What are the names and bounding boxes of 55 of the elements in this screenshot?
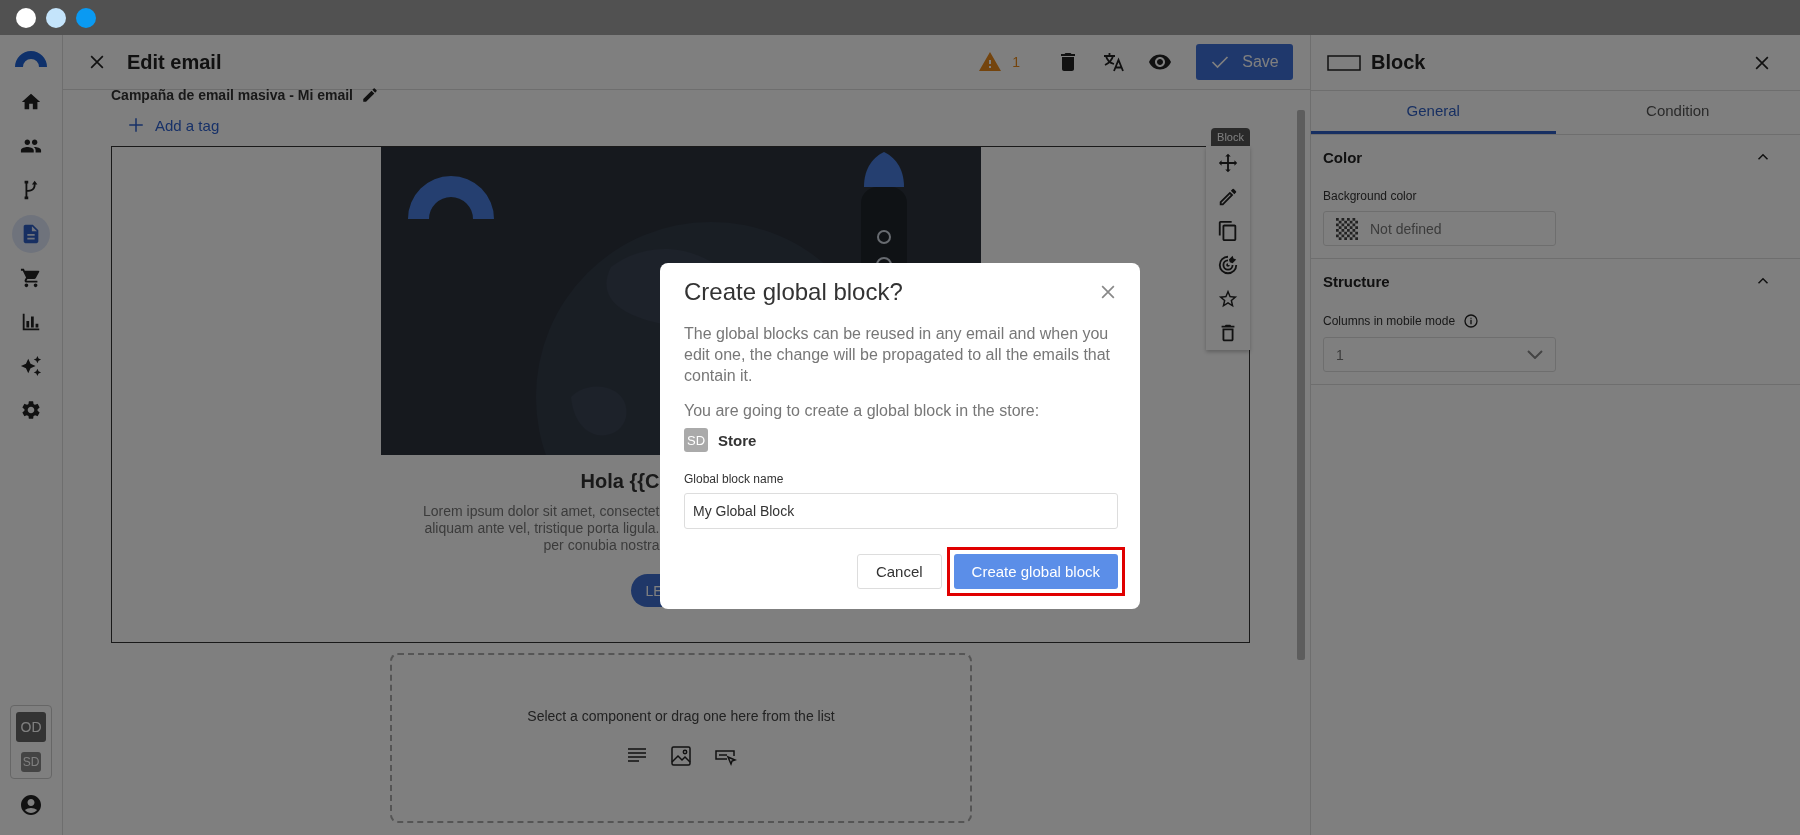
select-field[interactable]: 1 [1323,337,1556,372]
settings-icon [20,399,42,421]
email-text: per conubia nostra [542,537,660,554]
window-dot[interactable] [16,7,36,28]
dialog-title: Create global block? [684,278,903,306]
scrollbar[interactable] [1297,110,1305,660]
field-label: Global block name [684,472,785,486]
panel-tab[interactable]: Condition [1555,91,1800,134]
block-outline-icon [1327,54,1361,71]
image-icon[interactable] [669,744,693,768]
store-name: Store [718,431,757,449]
name-input[interactable]: My Global Block [684,493,1118,529]
block-tag: Block [1211,128,1250,146]
color-field[interactable]: Not defined [1323,211,1556,246]
target-icon[interactable] [1217,254,1239,276]
star-icon[interactable] [1217,288,1239,310]
bar-chart-icon [20,311,42,333]
pencil-icon[interactable] [361,86,379,104]
email-text: aliquam ante vel, tristique porta ligula. [423,520,660,537]
translate-icon[interactable] [1102,50,1126,74]
info-icon[interactable] [1463,313,1480,329]
field-label: Background color [1323,189,1417,203]
field-label: Columns in mobile mode [1323,314,1456,328]
sparkle-icon [20,355,42,377]
section-title: Color [1323,148,1363,166]
email-text: Lorem ipsum dolor sit amet, consectet [421,503,660,520]
chevron-down-icon [1527,350,1543,359]
save-button[interactable]: Save [1196,44,1293,80]
user-icon[interactable] [19,793,43,817]
checkerboard-icon [1336,217,1358,240]
panel-tab[interactable]: General [1311,91,1556,134]
cart-icon [20,267,42,289]
dialog-description: The global blocks can be reused in any email and when you edit one, the change will be propagated to all the emails that contain it. [684,324,1112,386]
section-title: Structure [1323,272,1390,290]
copy-icon[interactable] [1217,220,1239,242]
account-badge[interactable]: OD [16,712,46,742]
add-tag-link[interactable]: Add a tag [127,114,220,136]
store-badge: SD [684,428,708,452]
pencil-icon[interactable] [1217,186,1239,208]
store-prompt: You are going to create a global block in the store: [684,402,1041,420]
nav-item[interactable] [12,215,50,253]
warning-count: 1 [1012,54,1020,70]
campaign-name: Campaña de email masiva - Mi email [111,87,353,103]
window-dot[interactable] [46,7,66,28]
plus-icon [127,116,145,134]
logo-icon[interactable] [15,49,47,67]
cancel-button[interactable]: Cancel [856,554,942,589]
create-button[interactable]: Create global block [953,554,1118,589]
page-title: Edit email [127,50,222,74]
drop-zone[interactable]: Select a component or drag one here from the list [390,653,972,823]
window-dot[interactable] [76,7,96,28]
panel-title: Block [1371,51,1426,74]
email-heading: Hola {{C [579,470,660,493]
move-icon[interactable] [1217,152,1239,174]
drop-hint: Select a component or drag one here from the list [527,708,835,724]
